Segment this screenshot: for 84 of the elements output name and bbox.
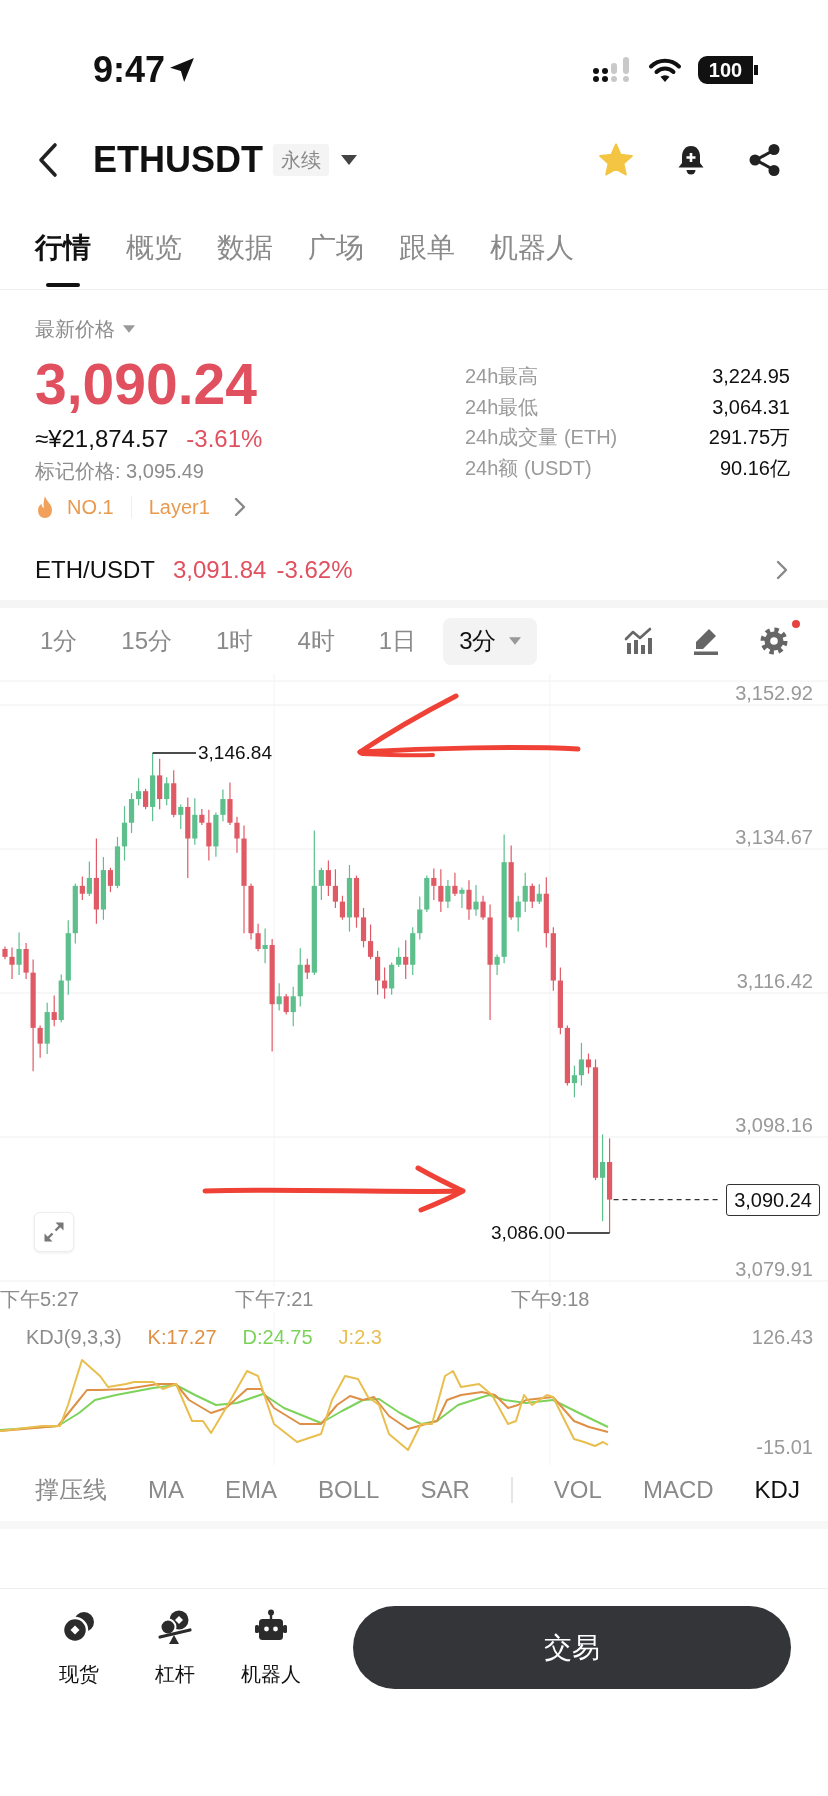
indicator-tab[interactable]: SAR [420,1475,470,1505]
signal-icon [592,57,632,83]
indicator-tab[interactable]: VOL [553,1475,602,1505]
page-tab[interactable]: 机器人 [490,220,574,289]
time-axis-label: 下午9:18 [510,1287,590,1312]
expand-button[interactable] [34,1212,74,1252]
interval-tab[interactable]: 1日 [378,626,417,656]
price-type-label[interactable]: 最新价格 [35,314,115,344]
clock-time: 9:47 [93,50,166,90]
trade-button[interactable]: 交易 [353,1606,791,1689]
stat-label: 24h最高 [465,364,539,389]
stat-value: 90.16亿 [719,455,790,481]
share-icon[interactable] [748,143,782,177]
stat-label: 24h额 (USDT) [465,455,592,481]
price-change: -3.61% [186,424,263,454]
interval-dropdown[interactable]: 3分 [443,617,537,665]
spot-pair: ETH/USDT [35,555,155,585]
indicator-chart-icon[interactable] [624,627,652,655]
indicator-tab[interactable]: EMA [225,1475,278,1505]
low-price-label: 3,086.00 [491,1222,565,1244]
bottom-nav-item[interactable]: 杠杆 [127,1606,223,1688]
pencil-icon[interactable] [692,627,720,655]
expand-icon [43,1221,65,1243]
interval-tab[interactable]: 1分 [40,626,78,656]
price-axis-label: 3,116.42 [736,970,813,992]
bell-plus-icon[interactable] [676,144,706,176]
price-axis-label: 3,098.16 [735,1114,813,1136]
stat-value: 291.75万 [708,425,790,450]
spot-price: 3,091.84 [173,555,267,585]
flame-icon [35,495,55,519]
location-arrow-icon [169,57,196,83]
rank-tag[interactable]: NO.1 [67,493,114,521]
last-price-tag: 3,090.24 [726,1183,820,1216]
bottom-nav-item[interactable]: 机器人 [223,1606,319,1688]
page-tab[interactable]: 数据 [217,220,273,289]
page-tab[interactable]: 行情 [35,220,91,289]
chevron-right-icon[interactable] [776,560,788,580]
indicator-axis-label: -15.01 [756,1436,813,1458]
stat-value: 3,064.31 [712,394,790,420]
page-tab[interactable]: 广场 [308,220,364,289]
indicator-tab[interactable]: MACD [642,1475,714,1505]
indicator-tab[interactable]: BOLL [318,1475,380,1505]
stat-value: 3,224.95 [712,364,790,389]
time-axis-label: 下午7:21 [234,1287,314,1312]
interval-tab[interactable]: 15分 [121,626,173,656]
indicator-axis-label: 126.43 [751,1326,813,1348]
bottom-nav-item[interactable]: 现货 [31,1606,127,1688]
price-axis-label: 3,134.67 [735,826,813,848]
stat-label: 24h成交量 (ETH) [465,425,618,450]
time-axis-label: 下午5:27 [0,1287,79,1312]
price-axis-label: 3,152.92 [735,682,813,704]
indicator-tab[interactable]: KDJ [754,1475,800,1505]
chevron-right-icon[interactable] [233,497,246,517]
indicator-tab[interactable]: 撑压线 [35,1475,107,1505]
page-tab[interactable]: 概览 [126,220,182,289]
last-price: 3,090.24 [35,352,258,416]
mark-price: 标记价格: 3,095.49 [35,459,205,484]
caret-icon[interactable] [123,325,135,333]
indicator-title: KDJ(9,3,3) [26,1325,122,1350]
settings-icon[interactable] [760,627,788,655]
contract-type-tag: 永续 [273,144,329,176]
interval-tab[interactable]: 1时 [216,626,254,656]
leader-line [566,1232,611,1234]
wifi-icon [648,57,682,83]
indicator-tab[interactable]: MA [148,1475,184,1505]
interval-tab[interactable]: 4时 [297,626,335,656]
back-icon[interactable] [37,142,59,178]
cny-price: ≈¥21,874.57 [35,424,169,454]
page-tab[interactable]: 跟单 [399,220,455,289]
high-price-label: 3,146.84 [198,741,272,764]
indicator-value: J:2.3 [338,1325,382,1350]
symbol-title: ETHUSDT [93,138,263,182]
spot-change: -3.62% [276,555,353,585]
indicator-value: K:17.27 [147,1325,217,1350]
caret-icon [508,637,521,645]
star-icon[interactable] [598,143,634,177]
leader-line [151,752,197,754]
battery-indicator: 100 [698,56,758,84]
price-axis-label: 3,079.91 [735,1258,813,1280]
stat-label: 24h最低 [465,394,539,420]
coin-seesaw-icon [157,1609,193,1645]
indicator-value: D:24.75 [242,1325,313,1350]
dropdown-caret-icon[interactable] [341,155,357,165]
sector-tag[interactable]: Layer1 [148,493,210,521]
